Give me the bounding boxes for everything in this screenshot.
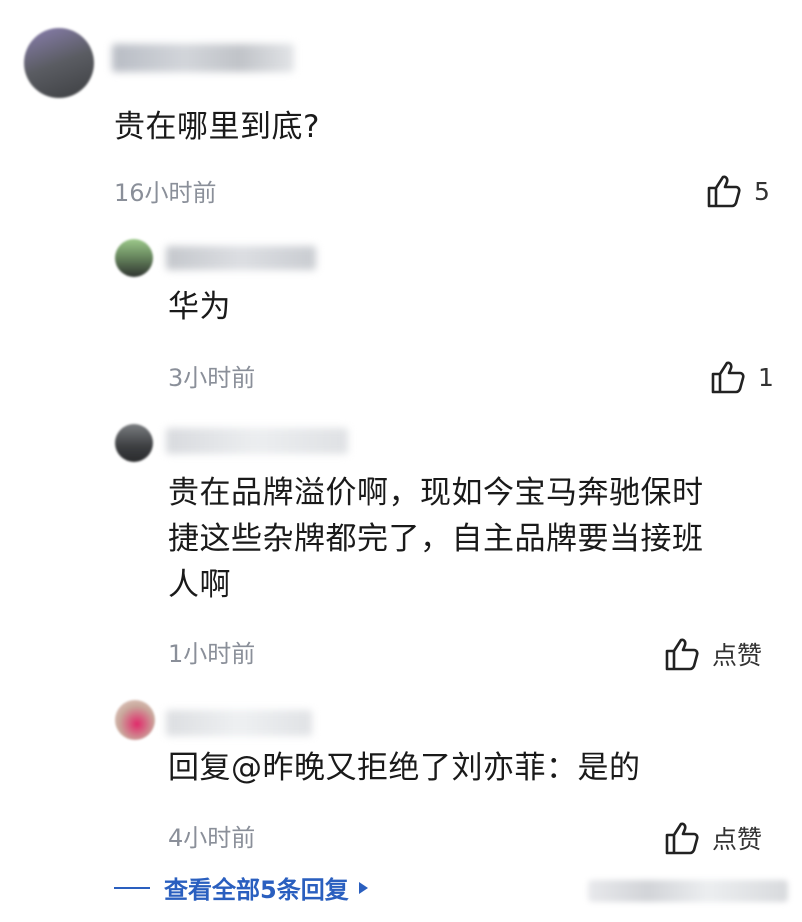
- reply-text-line: 捷这些杂牌都完了，自主品牌要当接班: [168, 521, 704, 557]
- reply-time: 1小时前: [168, 640, 256, 668]
- watermark: [588, 880, 788, 902]
- view-all-replies-label: 查看全部5条回复: [164, 876, 349, 904]
- username-blurred[interactable]: [166, 246, 316, 270]
- avatar[interactable]: [24, 28, 94, 98]
- comment-text: 贵在哪里到底?: [114, 109, 320, 145]
- thumbs-up-icon: [664, 821, 700, 855]
- like-label: 点赞: [712, 825, 763, 854]
- view-all-replies-link[interactable]: 查看全部5条回复: [114, 870, 368, 905]
- divider: [114, 886, 150, 889]
- like-button[interactable]: 点赞: [664, 820, 762, 856]
- thumbs-up-icon: [706, 174, 742, 208]
- like-button[interactable]: 5: [706, 174, 770, 208]
- username-blurred[interactable]: [166, 710, 312, 736]
- triangle-right-icon: [358, 881, 368, 894]
- comment-time: 16小时前: [114, 179, 217, 207]
- thumbs-up-icon: [710, 360, 746, 394]
- username-blurred[interactable]: [166, 428, 348, 454]
- like-button[interactable]: 点赞: [664, 636, 762, 672]
- like-label: 点赞: [712, 641, 763, 670]
- reply-text-line: 贵在品牌溢价啊，现如今宝马奔驰保时: [168, 475, 704, 511]
- reply-text: 回复@昨晚又拒绝了刘亦菲：是的: [168, 750, 641, 786]
- like-count: 5: [754, 176, 770, 206]
- reply-time: 4小时前: [168, 824, 256, 852]
- reply-time: 3小时前: [168, 364, 256, 392]
- like-button[interactable]: 1: [710, 360, 774, 394]
- avatar[interactable]: [115, 239, 153, 277]
- reply-text: 贵在品牌溢价啊，现如今宝马奔驰保时 捷这些杂牌都完了，自主品牌要当接班 人啊: [168, 470, 704, 608]
- reply-text: 华为: [168, 289, 231, 325]
- avatar[interactable]: [115, 424, 153, 462]
- avatar[interactable]: [115, 700, 155, 740]
- reply-text-line: 人啊: [168, 567, 231, 603]
- like-count: 1: [758, 362, 774, 392]
- thumbs-up-icon: [664, 637, 700, 671]
- username-blurred[interactable]: [112, 44, 294, 72]
